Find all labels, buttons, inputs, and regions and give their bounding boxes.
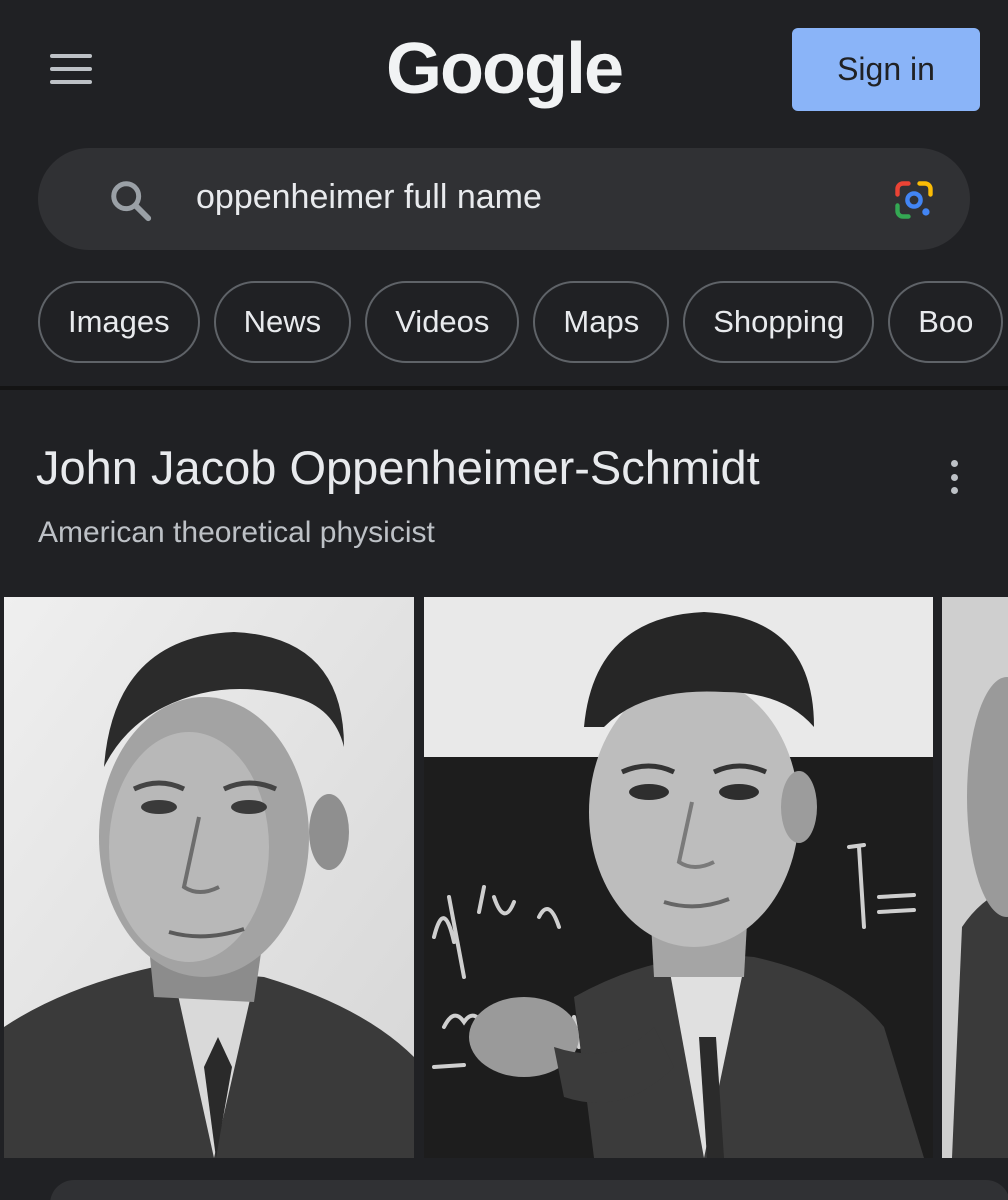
- knowledge-panel: John Jacob Oppenheimer-Schmidt American …: [0, 390, 1008, 1200]
- google-lens-icon[interactable]: [892, 178, 936, 222]
- more-vert-icon[interactable]: [946, 460, 962, 494]
- search-filter-chips: Images News Videos Maps Shopping Boo: [38, 281, 1004, 363]
- chip-videos[interactable]: Videos: [365, 281, 520, 363]
- entity-subtitle: American theoretical physicist: [38, 516, 435, 549]
- header-area: Google Sign in oppenheimer full name Ima…: [0, 0, 1008, 390]
- search-icon[interactable]: [108, 178, 154, 224]
- search-input[interactable]: oppenheimer full name: [196, 178, 542, 217]
- portrait-photo[interactable]: [4, 597, 414, 1158]
- chip-shopping[interactable]: Shopping: [683, 281, 875, 363]
- entity-title[interactable]: John Jacob Oppenheimer-Schmidt: [36, 440, 760, 495]
- chip-books[interactable]: Boo: [888, 281, 1004, 363]
- chalkboard-portrait-photo[interactable]: [424, 597, 933, 1158]
- search-bar[interactable]: oppenheimer full name: [38, 148, 970, 250]
- chip-news[interactable]: News: [213, 281, 352, 363]
- chip-images[interactable]: Images: [38, 281, 200, 363]
- partial-photo[interactable]: [942, 597, 1008, 1158]
- sign-in-button[interactable]: Sign in: [792, 28, 980, 111]
- chip-maps[interactable]: Maps: [533, 281, 670, 363]
- next-card-edge: [50, 1180, 1008, 1200]
